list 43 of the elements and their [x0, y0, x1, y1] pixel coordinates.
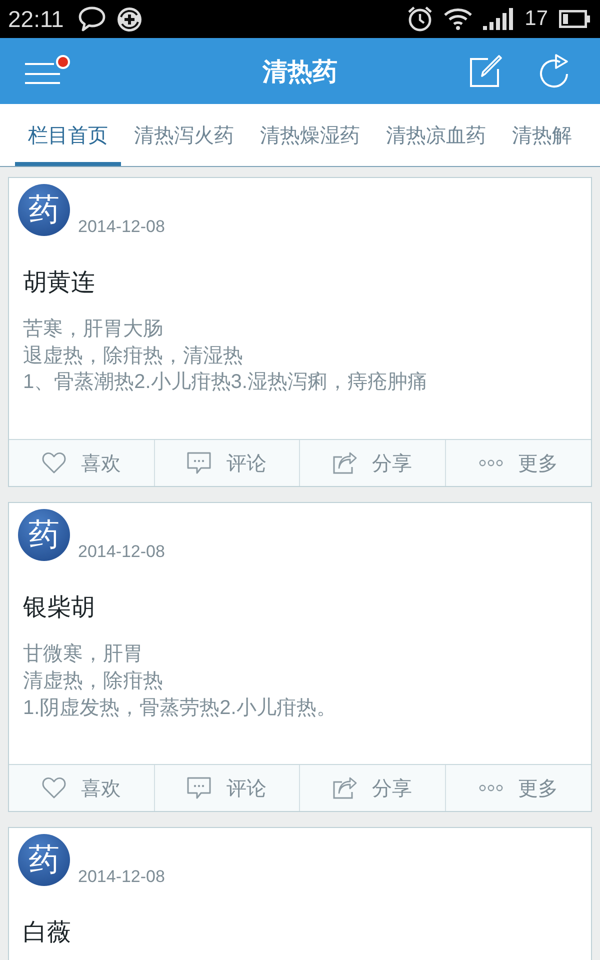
tab[interactable]: 清热凉血药 — [373, 104, 499, 166]
status-time: 22:11 — [8, 6, 64, 32]
more-dots-icon — [478, 784, 503, 792]
description-line: 退虚热，除疳热，清湿热 — [23, 344, 243, 369]
avatar: 药 — [18, 834, 70, 886]
speech-bubble-icon — [187, 452, 212, 474]
tab[interactable]: 栏目首页 — [15, 104, 121, 166]
herb-title: 银柴胡 — [23, 593, 95, 624]
heart-icon — [42, 452, 66, 474]
share-icon — [332, 777, 357, 800]
tab[interactable]: 清热泻火药 — [121, 104, 247, 166]
post-date: 2014-12-08 — [78, 542, 165, 562]
speech-bubble-icon — [187, 777, 212, 800]
wifi-icon — [444, 8, 472, 30]
description-line: 清虚热，除疳热 — [23, 668, 163, 694]
tab[interactable]: 清热燥湿药 — [247, 104, 373, 166]
edit-button[interactable] — [470, 54, 502, 88]
herb-title: 白薇 — [23, 918, 71, 948]
refresh-button[interactable] — [538, 54, 570, 88]
chat-bubble-icon — [78, 6, 106, 32]
description-line: 1、骨蒸潮热2.小儿疳热3.湿热泻痢，痔疮肿痛 — [23, 370, 428, 396]
battery-icon — [559, 10, 590, 28]
description-line: 1.阴虚发热，骨蒸劳热2.小儿疳热。 — [23, 696, 336, 721]
avatar: 药 — [18, 184, 70, 236]
app-title: 清热药 — [262, 56, 338, 88]
more-dots-icon — [478, 459, 503, 468]
alarm-clock-icon — [406, 6, 433, 32]
description-line: 甘微寒，肝胃 — [23, 642, 143, 668]
signal-icon — [482, 8, 513, 30]
post-date: 2014-12-08 — [78, 217, 165, 237]
share-icon — [332, 452, 357, 474]
pencil-square-icon — [470, 55, 502, 87]
description-line: 苦寒，肝胃大肠 — [23, 317, 163, 342]
menu-icon — [25, 63, 61, 85]
avatar: 药 — [18, 509, 70, 562]
heart-icon — [42, 777, 66, 800]
battery-percent: 17 — [524, 7, 548, 31]
menu-button[interactable] — [25, 55, 70, 85]
tab[interactable]: 清热解 — [499, 104, 585, 166]
post-date: 2014-12-08 — [78, 867, 165, 888]
herb-title: 胡黄连 — [23, 268, 95, 298]
circle-plus-icon — [116, 6, 142, 32]
refresh-icon — [538, 54, 570, 88]
